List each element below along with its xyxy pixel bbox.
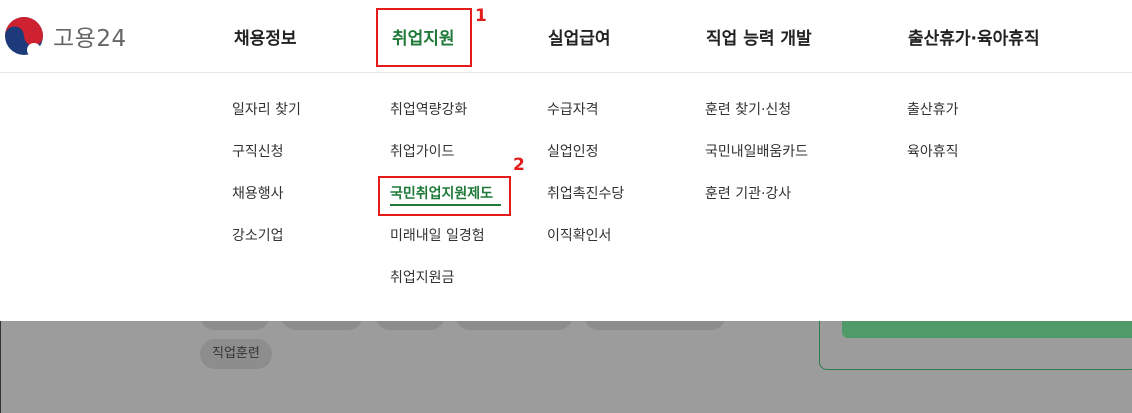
submenu-unemployment: 수급자격 실업인정 취업촉진수당 이직확인서 [547,100,624,268]
brand-name: 고용24 [53,26,127,52]
submenu-item[interactable]: 구직신청 [232,142,301,184]
top-header: 고용24 채용정보 취업지원 실업급여 직업 능력 개발 출산휴가·육아휴직 [0,0,1132,73]
mega-menu-panel: 고용24 채용정보 취업지원 실업급여 직업 능력 개발 출산휴가·육아휴직 1… [0,0,1132,321]
submenu-item[interactable]: 수급자격 [547,100,624,142]
submenu-item[interactable]: 채용행사 [232,184,301,226]
submenu-item[interactable]: 육아휴직 [907,142,959,184]
submenu-item[interactable]: 실업인정 [547,142,624,184]
annotation-box-2 [378,176,511,216]
submenu-item[interactable]: 국민내일배움카드 [705,142,808,184]
site-logo[interactable]: 고용24 [4,16,127,56]
submenu-item[interactable]: 취업역량강화 [390,100,493,142]
submenu-item[interactable]: 취업지원금 [390,268,493,310]
submenu-recruit: 일자리 찾기 구직신청 채용행사 강소기업 [232,100,301,268]
nav-unemployment-benefit[interactable]: 실업급여 [548,24,611,49]
nav-maternity-leave[interactable]: 출산휴가·육아휴직 [908,24,1040,49]
nav-recruit-info[interactable]: 채용정보 [234,24,297,49]
submenu-item[interactable]: 취업촉진수당 [547,184,624,226]
submenu-leave: 출산휴가 육아휴직 [907,100,959,184]
submenu-item[interactable]: 출산휴가 [907,100,959,142]
submenu-item[interactable]: 이직확인서 [547,226,624,268]
annotation-number-1: 1 [475,6,487,26]
submenu-item[interactable]: 훈련 기관·강사 [705,184,808,226]
annotation-number-2: 2 [513,155,525,175]
nav-vocational-training[interactable]: 직업 능력 개발 [706,24,812,49]
submenu-item[interactable]: 강소기업 [232,226,301,268]
submenu-item[interactable]: 일자리 찾기 [232,100,301,142]
chip-job-training[interactable]: 직업훈련 [200,339,272,369]
annotation-box-1 [376,8,472,67]
submenu-training: 훈련 찾기·신청 국민내일배움카드 훈련 기관·강사 [705,100,808,226]
korea-government-emblem-icon [5,17,43,56]
submenu-item[interactable]: 미래내일 일경험 [390,226,493,268]
submenu-item[interactable]: 훈련 찾기·신청 [705,100,808,142]
